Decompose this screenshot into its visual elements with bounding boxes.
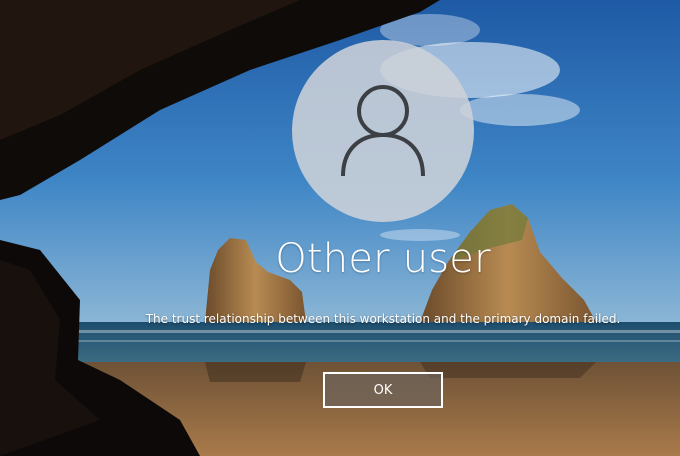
error-message: The trust relationship between this work… bbox=[145, 312, 621, 326]
user-name: Other user bbox=[275, 236, 491, 282]
lock-screen: Other user The trust relationship betwee… bbox=[0, 0, 680, 456]
user-avatar[interactable] bbox=[292, 40, 474, 222]
ok-button[interactable]: OK bbox=[323, 372, 443, 408]
user-silhouette-icon bbox=[341, 85, 425, 177]
